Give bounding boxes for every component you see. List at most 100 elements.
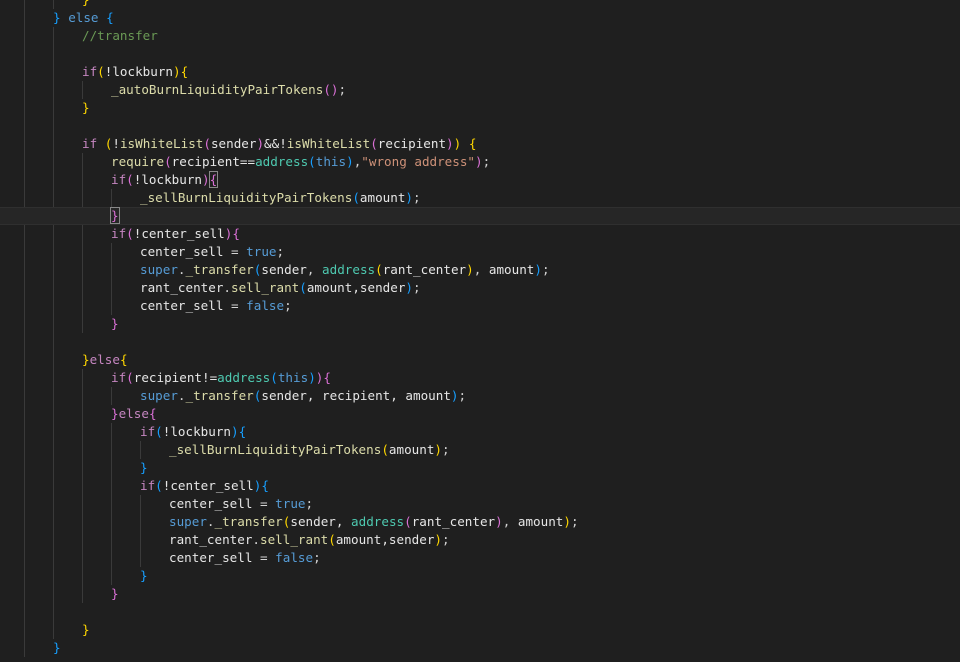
code-token: ) <box>495 514 503 529</box>
code-token: } <box>82 100 90 115</box>
code-token: ( <box>404 514 412 529</box>
code-line-content: if(!center_sell){ <box>111 225 240 243</box>
code-token: ( <box>126 370 134 385</box>
code-line[interactable]: if (!isWhiteList(sender)&&!isWhiteList(r… <box>0 135 960 153</box>
code-token: } <box>110 207 120 224</box>
code-line[interactable] <box>0 117 960 135</box>
code-line[interactable]: super._transfer(sender, recipient, amoun… <box>0 387 960 405</box>
code-line[interactable]: if(!lockburn){ <box>0 423 960 441</box>
code-token: center_sell <box>140 298 224 313</box>
code-token: ! <box>112 136 120 151</box>
code-line[interactable]: } <box>0 315 960 333</box>
code-token: ) <box>346 154 354 169</box>
code-token: ) <box>434 532 443 547</box>
code-line[interactable]: } <box>0 585 960 603</box>
code-token: ) <box>231 424 239 439</box>
code-line-content: _autoBurnLiquidityPairTokens(); <box>111 81 346 99</box>
code-token: ( <box>370 136 378 151</box>
code-line[interactable]: _sellBurnLiquidityPairTokens(amount); <box>0 189 960 207</box>
code-line[interactable]: }else{ <box>0 351 960 369</box>
code-token: ; <box>284 298 292 313</box>
code-token: !center_sell <box>162 478 254 493</box>
code-token: { <box>180 64 189 79</box>
code-token: rant_center <box>411 514 496 529</box>
code-line[interactable]: //transfer <box>0 27 960 45</box>
code-line[interactable]: if(!lockburn){ <box>0 171 960 189</box>
code-token: require <box>111 154 165 169</box>
code-line-content: super._transfer(sender, address(rant_cen… <box>169 513 579 531</box>
code-token: ; <box>442 532 450 547</box>
code-line-content: } <box>111 315 119 333</box>
code-token: false <box>275 550 314 565</box>
code-line[interactable]: if(recipient!=address(this)){ <box>0 369 960 387</box>
code-token: } <box>53 640 61 655</box>
code-token: ; <box>570 514 579 529</box>
code-line[interactable]: } <box>0 459 960 477</box>
code-line[interactable]: } <box>0 99 960 117</box>
code-token: amount <box>359 190 406 205</box>
code-token: rant_center <box>382 262 467 277</box>
code-token: ( <box>270 370 278 385</box>
code-token: ) <box>475 154 483 169</box>
code-line-content: super._transfer(sender, address(rant_cen… <box>140 261 550 279</box>
code-token: address <box>351 514 405 529</box>
code-token: ; <box>541 262 550 277</box>
code-line[interactable]: _sellBurnLiquidityPairTokens(amount); <box>0 441 960 459</box>
code-line[interactable]: _autoBurnLiquidityPairTokens(); <box>0 81 960 99</box>
code-line-content: center_sell = false; <box>140 297 292 315</box>
code-token: recipient== <box>171 154 256 169</box>
code-token: center_sell <box>169 496 253 511</box>
code-line-content: } <box>140 459 148 477</box>
code-line[interactable]: super._transfer(sender, address(rant_cen… <box>0 261 960 279</box>
code-token: = <box>223 244 247 259</box>
code-token: this <box>277 370 309 385</box>
code-token: } <box>82 622 90 637</box>
code-line[interactable] <box>0 333 960 351</box>
code-token: else <box>68 10 99 25</box>
code-token: { <box>106 10 114 25</box>
code-line[interactable]: } <box>0 621 960 639</box>
code-token: if <box>140 424 156 439</box>
code-line[interactable]: super._transfer(sender, address(rant_cen… <box>0 513 960 531</box>
code-line[interactable]: } <box>0 207 960 225</box>
code-token: if <box>111 226 127 241</box>
code-token: amount,sender <box>306 280 406 295</box>
code-token: super <box>140 262 178 277</box>
code-line-content: }else{ <box>111 405 157 423</box>
code-token: { <box>468 136 477 151</box>
code-token: ) <box>173 64 181 79</box>
code-token: else <box>118 406 149 421</box>
code-line[interactable]: }else{ <box>0 405 960 423</box>
code-line[interactable] <box>0 603 960 621</box>
code-line[interactable]: center_sell = true; <box>0 495 960 513</box>
code-token: center_sell <box>169 550 253 565</box>
code-token: ) <box>563 514 571 529</box>
code-token: } <box>111 406 119 421</box>
code-token: ; <box>413 190 421 205</box>
code-line[interactable]: if(!center_sell){ <box>0 477 960 495</box>
code-line[interactable]: center_sell = true; <box>0 243 960 261</box>
code-line[interactable]: center_sell = false; <box>0 297 960 315</box>
code-line[interactable]: if(!center_sell){ <box>0 225 960 243</box>
code-editor[interactable]: }} else {//transferif(!lockburn){_autoBu… <box>0 0 960 662</box>
code-line[interactable]: if(!lockburn){ <box>0 63 960 81</box>
code-token: . <box>252 532 260 547</box>
code-line-content: if(recipient!=address(this)){ <box>111 369 331 387</box>
code-line-content: } <box>53 639 61 657</box>
code-line[interactable]: rant_center.sell_rant(amount,sender); <box>0 279 960 297</box>
code-line[interactable]: require(recipient==address(this),"wrong … <box>0 153 960 171</box>
code-line[interactable]: } else { <box>0 9 960 27</box>
code-line[interactable]: rant_center.sell_rant(amount,sender); <box>0 531 960 549</box>
code-line[interactable] <box>0 45 960 63</box>
code-token: , <box>473 262 489 277</box>
code-line-content: super._transfer(sender, recipient, amoun… <box>140 387 466 405</box>
code-token: isWhiteList <box>119 136 204 151</box>
code-line[interactable]: } <box>0 0 960 9</box>
code-token: "wrong address" <box>361 154 476 169</box>
code-token: amount,sender <box>335 532 435 547</box>
code-line-content: if(!lockburn){ <box>140 423 246 441</box>
code-line[interactable]: } <box>0 639 960 657</box>
code-line[interactable]: center_sell = false; <box>0 549 960 567</box>
code-token: address <box>255 154 309 169</box>
code-line[interactable]: } <box>0 567 960 585</box>
